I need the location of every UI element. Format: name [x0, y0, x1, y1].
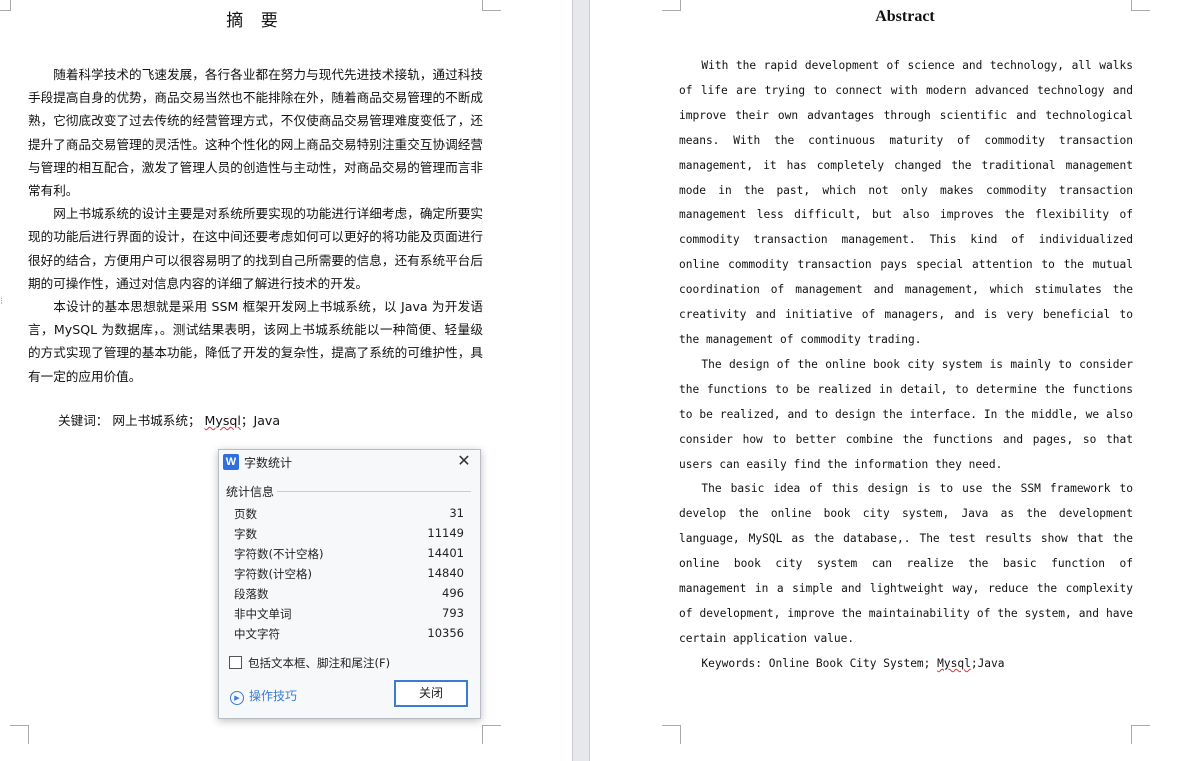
stat-value: 10356 — [427, 626, 464, 640]
tips-label: 操作技巧 — [249, 689, 298, 703]
word-count-dialog: W 字数统计 ✕ 统计信息 页数 31 字数 11149 字符数(不计空格) 1… — [218, 449, 481, 719]
close-icon[interactable]: ✕ — [454, 451, 474, 471]
stat-label: 页数 — [234, 507, 257, 521]
play-circle-icon: ▶ — [230, 691, 244, 705]
abstract-paragraph-en: With the rapid development of science an… — [679, 59, 1133, 346]
checkbox-label: 包括文本框、脚注和尾注(F) — [248, 656, 391, 670]
stat-row-chars-with-spaces: 字符数(计空格) 14840 — [234, 564, 464, 584]
stat-row-paragraphs: 段落数 496 — [234, 584, 464, 604]
paragraph-margin-mark: ⁝ — [0, 296, 4, 307]
abstract-body-cn: 随着科学技术的飞速发展，各行各业都在努力与现代先进技术接轨，通过科技手段提高自身… — [28, 63, 483, 388]
abstract-paragraph-en: The design of the online book city syste… — [679, 357, 1133, 471]
stat-value: 496 — [442, 586, 464, 600]
stat-value: 14840 — [427, 566, 464, 580]
keywords-en-prefix: Keywords: Online Book City System; — [701, 656, 938, 670]
stat-row-chars-no-spaces: 字符数(不计空格) 14401 — [234, 544, 464, 564]
operation-tips-link[interactable]: ▶ 操作技巧 — [230, 687, 297, 705]
stat-row-pages: 页数 31 — [234, 504, 464, 524]
stat-label: 字符数(不计空格) — [234, 547, 324, 561]
stat-row-non-chinese-words: 非中文单词 793 — [234, 604, 464, 624]
stat-value: 31 — [449, 506, 464, 520]
keywords-en: Keywords: Online Book City System; Mysql… — [679, 652, 1133, 677]
page-gutter — [572, 0, 590, 761]
abstract-paragraph-cn: 本设计的基本思想就是采用 SSM 框架开发网上书城系统，以 Java 为开发语言… — [28, 299, 483, 384]
stat-value: 793 — [442, 606, 464, 620]
stat-label: 字数 — [234, 527, 257, 541]
dialog-titlebar[interactable]: W 字数统计 ✕ — [219, 450, 480, 474]
page-corner-mark — [482, 725, 501, 744]
include-textbox-footnote-option[interactable]: 包括文本框、脚注和尾注(F) — [229, 655, 390, 671]
document-page-right: Abstract With the rapid development of s… — [590, 0, 1177, 761]
keyword-mysql: Mysql — [937, 656, 971, 670]
stat-label: 段落数 — [234, 587, 269, 601]
abstract-paragraph-en: The basic idea of this design is to use … — [679, 482, 1133, 645]
abstract-body-en: With the rapid development of science an… — [679, 54, 1133, 677]
stat-label: 中文字符 — [234, 627, 280, 641]
abstract-paragraph-cn: 网上书城系统的设计主要是对系统所要实现的功能进行详细考虑，确定所要实现的功能后进… — [28, 206, 483, 291]
stats-list: 页数 31 字数 11149 字符数(不计空格) 14401 字符数(计空格) … — [234, 504, 464, 644]
page-corner-mark — [662, 725, 681, 744]
stat-row-words: 字数 11149 — [234, 524, 464, 544]
keywords-label-cn: 关键词： — [58, 413, 109, 428]
stat-value: 14401 — [427, 546, 464, 560]
stats-group-label: 统计信息 — [226, 485, 275, 499]
keyword-item: ；Java — [240, 413, 281, 428]
abstract-title-en: Abstract — [875, 8, 935, 25]
stat-label: 非中文单词 — [234, 607, 292, 621]
close-button[interactable]: 关闭 — [394, 680, 468, 707]
keyword-item: Mysql — [204, 413, 241, 428]
page-corner-mark — [1131, 725, 1150, 744]
keywords-en-suffix: ;Java — [970, 656, 1005, 670]
include-textbox-checkbox[interactable] — [229, 656, 242, 669]
stat-row-chinese-chars: 中文字符 10356 — [234, 624, 464, 644]
group-divider — [277, 491, 471, 492]
dialog-title: 字数统计 — [244, 456, 293, 470]
stat-label: 字符数(计空格) — [234, 567, 312, 581]
page-corner-mark — [10, 725, 29, 744]
stat-value: 11149 — [427, 526, 464, 540]
abstract-paragraph-cn: 随着科学技术的飞速发展，各行各业都在努力与现代先进技术接轨，通过科技手段提高自身… — [28, 67, 483, 199]
wps-writer-icon: W — [223, 454, 239, 470]
keyword-item: 网上书城系统； — [112, 413, 201, 428]
abstract-title-cn: 摘 要 — [226, 11, 284, 31]
keywords-cn: 关键词： 网上书城系统； Mysql；Java — [58, 410, 284, 429]
